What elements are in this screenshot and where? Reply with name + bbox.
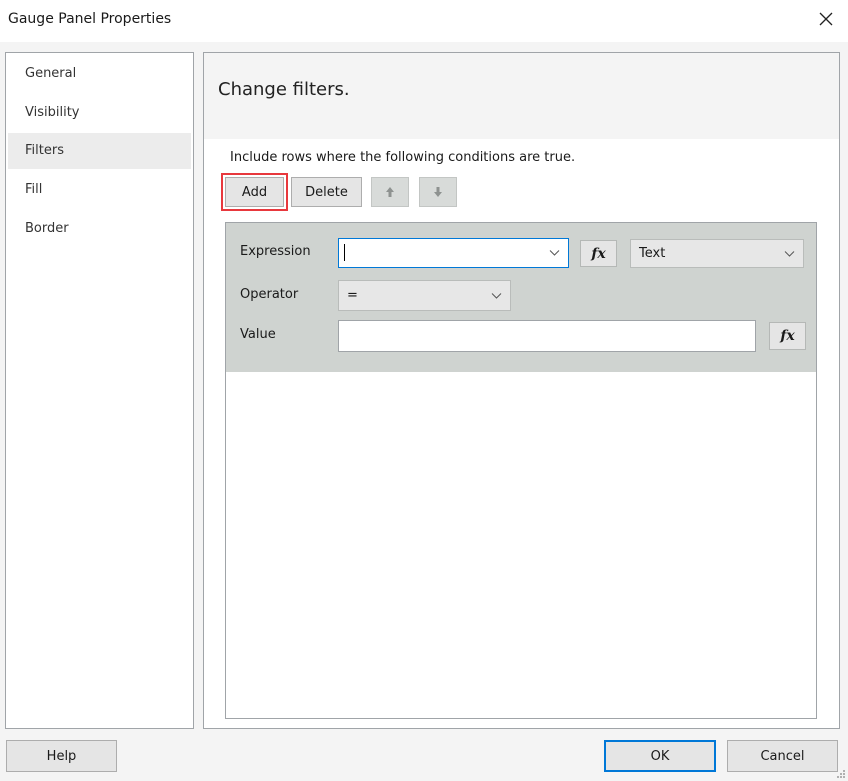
delete-button[interactable]: Delete bbox=[291, 177, 362, 207]
value-input[interactable] bbox=[338, 320, 756, 352]
title-bar: Gauge Panel Properties bbox=[0, 0, 848, 42]
window-title: Gauge Panel Properties bbox=[8, 11, 172, 27]
help-button[interactable]: Help bbox=[6, 740, 117, 772]
resize-grip-icon[interactable] bbox=[836, 769, 846, 779]
expression-fx-button[interactable]: fx bbox=[580, 240, 617, 267]
sidebar-item-border[interactable]: Border bbox=[8, 211, 191, 247]
operator-value: = bbox=[347, 288, 358, 303]
sidebar-item-general[interactable]: General bbox=[8, 56, 191, 92]
arrow-down-icon bbox=[434, 187, 442, 197]
sidebar: General Visibility Filters Fill Border bbox=[5, 52, 194, 729]
fx-icon: fx bbox=[591, 245, 606, 262]
panel-header: Change filters. bbox=[204, 53, 839, 139]
text-cursor bbox=[344, 244, 345, 261]
expression-label: Expression bbox=[240, 244, 311, 259]
filter-grid: Expression fx Text Operator = Value fx bbox=[225, 222, 817, 719]
add-button[interactable]: Add bbox=[225, 177, 284, 207]
move-down-button[interactable] bbox=[419, 177, 457, 207]
sidebar-item-filters[interactable]: Filters bbox=[8, 133, 191, 169]
close-button[interactable] bbox=[808, 4, 844, 34]
sidebar-item-visibility[interactable]: Visibility bbox=[8, 95, 191, 131]
operator-label: Operator bbox=[240, 287, 299, 302]
page-title: Change filters. bbox=[218, 79, 350, 100]
chevron-down-icon[interactable] bbox=[549, 250, 560, 257]
ok-button[interactable]: OK bbox=[604, 740, 716, 772]
sidebar-item-fill[interactable]: Fill bbox=[8, 172, 191, 208]
filters-panel: Change filters. Include rows where the f… bbox=[203, 52, 840, 729]
data-type-value: Text bbox=[639, 246, 666, 261]
operator-select[interactable]: = bbox=[338, 280, 511, 311]
arrow-up-icon bbox=[386, 187, 394, 197]
move-up-button[interactable] bbox=[371, 177, 409, 207]
instructions-text: Include rows where the following conditi… bbox=[230, 150, 576, 165]
filter-row: Expression fx Text Operator = Value fx bbox=[226, 223, 816, 372]
fx-icon: fx bbox=[780, 328, 795, 344]
value-label: Value bbox=[240, 327, 276, 342]
cancel-button[interactable]: Cancel bbox=[727, 740, 838, 772]
value-fx-button[interactable]: fx bbox=[769, 322, 806, 350]
chevron-down-icon bbox=[784, 250, 795, 257]
chevron-down-icon bbox=[491, 292, 502, 299]
close-icon bbox=[819, 12, 833, 26]
expression-combobox[interactable] bbox=[338, 238, 569, 268]
data-type-select[interactable]: Text bbox=[630, 239, 804, 268]
